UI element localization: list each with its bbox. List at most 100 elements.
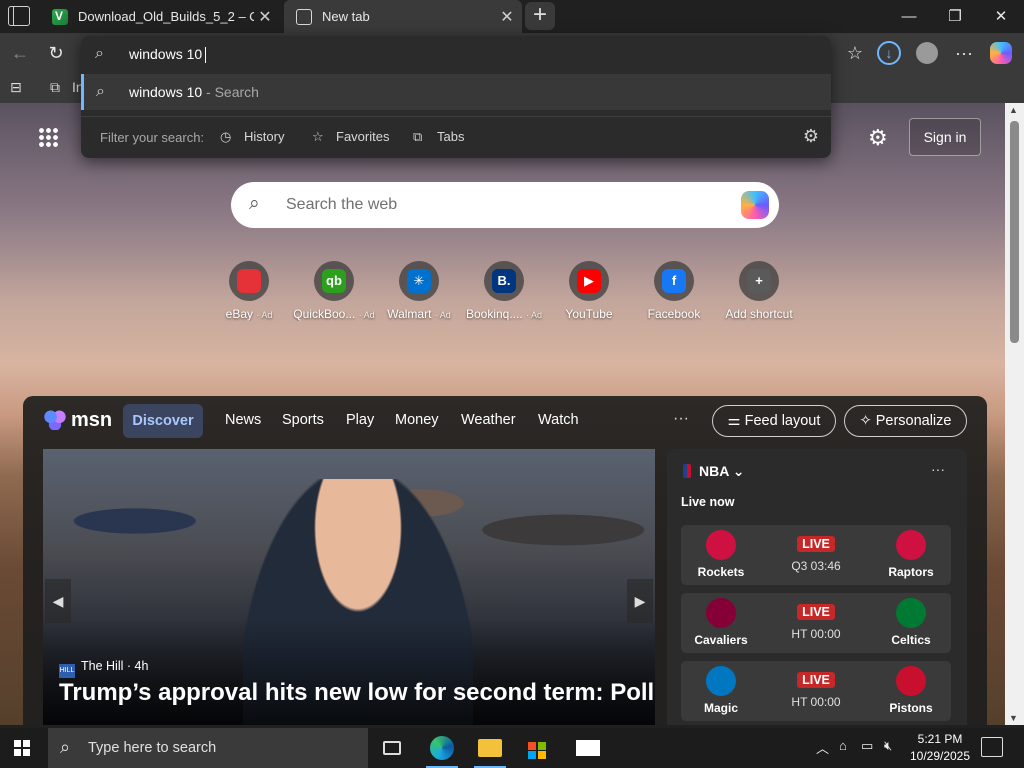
volume-muted-icon[interactable]: 🔇︎ <box>884 738 892 754</box>
search-suggestion[interactable]: ⌕ windows 10 - Search <box>81 74 831 110</box>
game-score-row[interactable]: Rockets LIVE Q3 03:46 Raptors <box>681 525 951 585</box>
apps-launcher-icon[interactable] <box>38 127 58 147</box>
shortcut-tile[interactable]: ▶ YouTube <box>547 261 631 321</box>
notifications-icon[interactable] <box>981 737 1003 757</box>
game-clock: Q3 03:46 <box>791 559 841 573</box>
system-clock[interactable]: 5:21 PM 10/29/2025 <box>905 731 975 765</box>
page-scrollbar[interactable]: ▲ ▼ <box>1005 103 1024 725</box>
away-team: Raptors <box>871 525 951 585</box>
address-input[interactable]: windows 10 <box>129 46 207 64</box>
live-badge: LIVE <box>797 536 835 552</box>
home-team: Cavaliers <box>681 593 761 653</box>
team-logo-icon <box>706 530 736 560</box>
address-bar-dropdown: ⌕ windows 10 ⌕ windows 10 - Search Filte… <box>81 36 831 158</box>
nba-logo-icon <box>683 464 691 478</box>
favorites-icon[interactable]: ☆ <box>840 38 870 68</box>
settings-more-button[interactable]: ··· <box>949 38 979 68</box>
search-placeholder: Search the web <box>286 196 398 213</box>
copilot-icon[interactable] <box>741 191 769 219</box>
filter-favorites[interactable]: ☆ Favorites <box>312 127 389 147</box>
chevron-down-icon: ⌄ <box>732 463 745 479</box>
close-tab-icon[interactable]: ✕ <box>496 7 518 27</box>
tab-sports[interactable]: Sports <box>282 412 324 428</box>
sidebar-toggle-icon[interactable]: ⊟ <box>10 79 22 96</box>
tab-oracle[interactable]: Download_Old_Builds_5_2 – Oracle ✕ <box>40 0 280 33</box>
card-more-button[interactable]: ··· <box>931 461 945 477</box>
refresh-button[interactable]: ↻ <box>41 38 71 68</box>
tray-app-icon[interactable]: ⌂ <box>839 738 847 753</box>
close-tab-icon[interactable]: ✕ <box>254 7 276 27</box>
tab-discover[interactable]: Discover <box>123 404 203 438</box>
back-button[interactable]: ← <box>5 38 35 68</box>
web-search-box[interactable]: ⌕ Search the web <box>231 182 779 228</box>
game-status: LIVE HT 00:00 <box>771 603 861 641</box>
shortcut-label: Walmart · Ad <box>387 307 451 321</box>
close-window-button[interactable]: ✕ <box>978 0 1024 33</box>
shortcut-tile[interactable]: qb QuickBoo... · Ad <box>292 261 376 321</box>
downloads-button[interactable]: ↓ <box>874 38 904 68</box>
more-tabs-button[interactable]: ··· <box>673 410 689 428</box>
article-headline[interactable]: Trump’s approval hits new low for second… <box>59 679 654 707</box>
tray-overflow-icon[interactable]: ︿ <box>816 738 829 757</box>
taskbar-search[interactable]: ⌕ Type here to search <box>48 728 368 768</box>
profile-button[interactable] <box>912 38 942 68</box>
home-team: Magic <box>681 661 761 721</box>
nba-card-title[interactable]: NBA ⌄ <box>683 463 744 480</box>
favorites-folder-icon[interactable]: ⧉ <box>50 79 60 96</box>
filter-history[interactable]: ◷ History <box>220 127 284 147</box>
copilot-icon <box>990 42 1012 64</box>
network-icon[interactable]: ▭ <box>861 738 873 754</box>
shortcut-tile[interactable]: B. Bookinq.... · Ad <box>462 261 546 321</box>
tab-play[interactable]: Play <box>346 412 374 428</box>
away-team: Celtics <box>871 593 951 653</box>
scroll-up-arrow[interactable]: ▲ <box>1009 105 1018 115</box>
shortcut-tile[interactable]: ✳ Walmart · Ad <box>377 261 461 321</box>
shortcut-icon: ✳ <box>399 261 439 301</box>
taskbar-file-explorer[interactable] <box>466 728 514 768</box>
carousel-next-button[interactable]: ▶ <box>627 579 653 623</box>
home-team: Rockets <box>681 525 761 585</box>
windows-start-icon[interactable] <box>14 740 30 756</box>
tab-new-tab[interactable]: New tab ✕ <box>284 0 522 33</box>
game-score-row[interactable]: Magic LIVE HT 00:00 Pistons <box>681 661 951 721</box>
msn-logo[interactable]: msn <box>44 408 112 432</box>
taskbar-mail[interactable] <box>564 728 612 768</box>
feed-layout-button[interactable]: ⚌ Feed layout <box>712 405 836 437</box>
gear-icon[interactable]: ⚙ <box>803 126 819 147</box>
taskbar-edge[interactable] <box>418 728 466 768</box>
restore-button[interactable]: ❐ <box>932 0 978 33</box>
game-status: LIVE HT 00:00 <box>771 671 861 709</box>
edge-icon <box>430 736 454 760</box>
shortcut-tile[interactable]: + Add shortcut <box>717 261 801 321</box>
scroll-down-arrow[interactable]: ▼ <box>1009 713 1018 723</box>
tab-title: Download_Old_Builds_5_2 – Oracle <box>78 9 254 24</box>
game-score-row[interactable]: Cavaliers LIVE HT 00:00 Celtics <box>681 593 951 653</box>
page-settings-icon[interactable]: ⚙ <box>868 125 888 151</box>
scrollbar-thumb[interactable] <box>1010 121 1019 343</box>
tab-actions-icon[interactable] <box>8 6 30 26</box>
sliders-icon: ⚌ <box>727 413 745 429</box>
search-icon: ⌕ <box>96 83 105 100</box>
shortcut-icon: f <box>654 261 694 301</box>
address-bar[interactable]: ⌕ windows 10 <box>81 36 831 72</box>
shortcut-label: Facebook <box>647 307 701 321</box>
tab-weather[interactable]: Weather <box>461 412 516 428</box>
shortcut-tile[interactable]: eBay · Ad <box>207 261 291 321</box>
sign-in-button[interactable]: Sign in <box>909 118 981 156</box>
tab-news[interactable]: News <box>225 412 261 428</box>
task-view-button[interactable] <box>368 728 416 768</box>
search-filter-bar: Filter your search: ◷ History ☆ Favorites … <box>81 116 831 156</box>
filter-tabs[interactable]: ⧉ Tabs <box>413 127 464 147</box>
live-badge: LIVE <box>797 672 835 688</box>
tab-money[interactable]: Money <box>395 412 439 428</box>
personalize-button[interactable]: ✧ Personalize <box>844 405 967 437</box>
tabs-icon: ⧉ <box>413 129 423 144</box>
carousel-prev-button[interactable]: ◀ <box>45 579 71 623</box>
tab-watch[interactable]: Watch <box>538 412 579 428</box>
taskbar-store[interactable] <box>514 728 562 768</box>
minimize-button[interactable]: — <box>886 0 932 33</box>
new-tab-button[interactable]: + <box>525 2 555 30</box>
copilot-button[interactable] <box>986 38 1016 68</box>
hero-article[interactable]: ◀ ▶ HILL The Hill · 4h Trump’s approval h… <box>43 449 655 725</box>
shortcut-tile[interactable]: f Facebook <box>632 261 716 321</box>
